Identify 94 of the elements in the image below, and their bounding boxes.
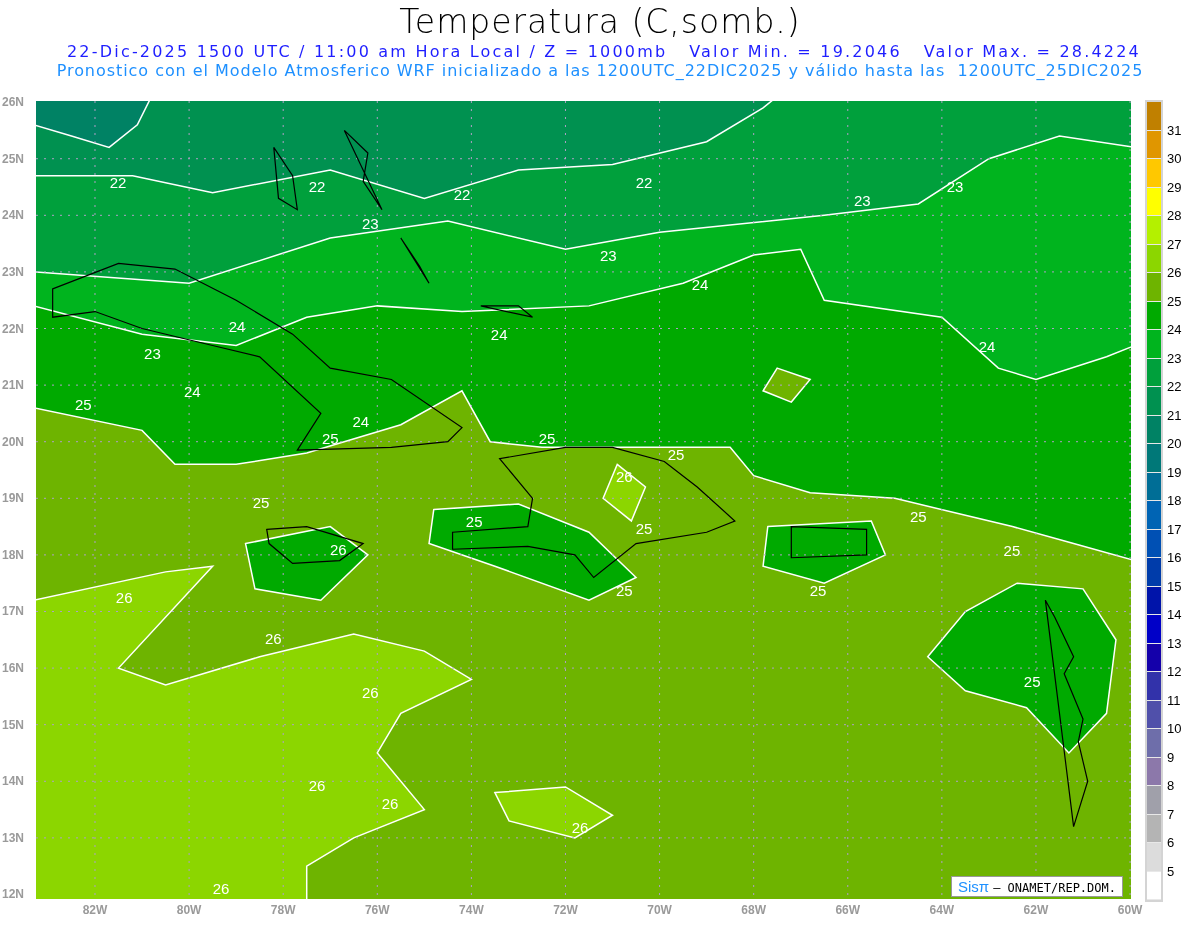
contour-label: 25	[635, 520, 653, 537]
contour-label: 26	[308, 777, 326, 794]
legend-label: 26	[1167, 266, 1182, 280]
legend-label: 6	[1167, 836, 1175, 850]
legend-label: 20	[1167, 437, 1182, 451]
contour-label: 23	[361, 216, 379, 233]
contour-label: 25	[1023, 674, 1041, 691]
contour-label: 26	[115, 589, 133, 606]
contour-label: 26	[264, 631, 282, 648]
legend-label: 23	[1167, 351, 1182, 366]
contour-label: 25	[615, 583, 633, 600]
axis-label: 78W	[270, 903, 296, 917]
contour-label: 22	[635, 175, 653, 192]
contour-label: 25	[538, 430, 556, 447]
contour-label: 26	[212, 880, 230, 897]
legend-label: 21	[1167, 408, 1182, 423]
axis-label: 12N	[2, 887, 24, 902]
axis-label: 22N	[2, 321, 24, 336]
legend-label: 18	[1167, 494, 1182, 508]
legend-label: 7	[1167, 807, 1175, 822]
axis-label: 72W	[553, 903, 578, 917]
chart-description: Pronostico con el Modelo Atmosferico WRF inicializado a las 1200UTC_22DIC2025 y válido hasta las 1200UTC_25DIC2025	[56, 61, 1144, 81]
logo-brand: Sisπ	[958, 878, 990, 895]
legend-label: 8	[1167, 779, 1175, 793]
contour-label: 22	[308, 179, 326, 195]
axis-label: 26N	[2, 95, 24, 110]
axis-label: 15N	[2, 717, 24, 732]
axis-label: 17N	[2, 604, 24, 619]
contour-label: 23	[599, 248, 617, 265]
axis-label: 25N	[2, 151, 24, 166]
contour-label: 23	[144, 345, 161, 362]
legend-label: 10	[1167, 722, 1182, 736]
legend-label: 30	[1167, 152, 1182, 166]
legend-label: 28	[1167, 209, 1182, 223]
chart-subtitle: 22-Dic-2025 1500 UTC / 11:00 am Hora Local / Z = 1000mb Valor Min. = 19.2046 Valor Max. = 28.4224	[66, 42, 1141, 61]
contour-label: 25	[74, 396, 92, 413]
axis-label: 19N	[2, 491, 24, 506]
axis-label: 60W	[1117, 903, 1143, 917]
legend-label: 16	[1167, 551, 1182, 565]
legend-label: 31	[1167, 123, 1182, 138]
axis-label: 68W	[741, 903, 766, 917]
contour-label: 25	[465, 514, 483, 531]
contour-label: 26	[381, 795, 399, 812]
logo-text: – ONAMET/REP.DOM.	[993, 881, 1116, 895]
contour-label: 26	[361, 685, 379, 701]
contour-label: 23	[854, 193, 871, 210]
contour-label: 25	[667, 447, 685, 464]
axis-label: 24N	[2, 208, 24, 223]
contour-label: 26	[329, 542, 347, 559]
axis-label: 20N	[2, 434, 24, 449]
axis-label: 18N	[2, 547, 24, 562]
legend-label: 22	[1167, 380, 1182, 394]
legend-label: 11	[1167, 693, 1181, 708]
axis-label: 82W	[82, 903, 108, 917]
contour-label: 25	[910, 508, 927, 525]
contour-label: 24	[691, 276, 709, 293]
chart-title: Temperatura (C,somb.)	[399, 2, 801, 42]
legend-label: 13	[1167, 636, 1182, 651]
axis-label: 16N	[2, 661, 24, 676]
legend-label: 5	[1167, 864, 1175, 879]
contour-label: 25	[1003, 542, 1021, 559]
legend-label: 27	[1167, 237, 1182, 252]
contour-label: 23	[946, 179, 964, 195]
axis-label: 70W	[647, 903, 672, 917]
contour-label: 22	[109, 175, 127, 192]
contour-label: 24	[184, 383, 201, 400]
axis-label: 66W	[835, 903, 861, 917]
legend-label: 9	[1167, 750, 1175, 765]
legend-label: 17	[1167, 522, 1182, 537]
contour-label: 24	[228, 319, 246, 336]
contour-label: 25	[321, 430, 339, 447]
legend-label: 19	[1167, 465, 1182, 480]
contour-label: 25	[252, 494, 270, 511]
axis-label: 76W	[364, 903, 390, 917]
axis-label: 14N	[2, 774, 24, 789]
contour-label: 24	[490, 327, 508, 344]
contour-label: 22	[453, 186, 471, 203]
axis-label: 62W	[1023, 903, 1049, 917]
legend-label: 15	[1167, 579, 1182, 594]
contour-label: 25	[809, 583, 827, 600]
axis-label: 23N	[2, 264, 24, 279]
contour-label: 26	[615, 469, 633, 486]
axis-label: 13N	[2, 830, 24, 845]
legend-label: 14	[1167, 608, 1182, 622]
legend-label: 24	[1167, 323, 1182, 337]
contour-label: 24	[978, 339, 996, 356]
axis-label: 74W	[459, 903, 484, 917]
axis-label: 80W	[176, 903, 202, 917]
axis-label: 21N	[2, 378, 24, 393]
axis-label: 64W	[929, 903, 955, 917]
legend-label: 29	[1167, 180, 1182, 195]
legend-label: 12	[1167, 665, 1182, 679]
legend-label: 25	[1167, 294, 1182, 309]
contour-label: 24	[352, 413, 370, 430]
